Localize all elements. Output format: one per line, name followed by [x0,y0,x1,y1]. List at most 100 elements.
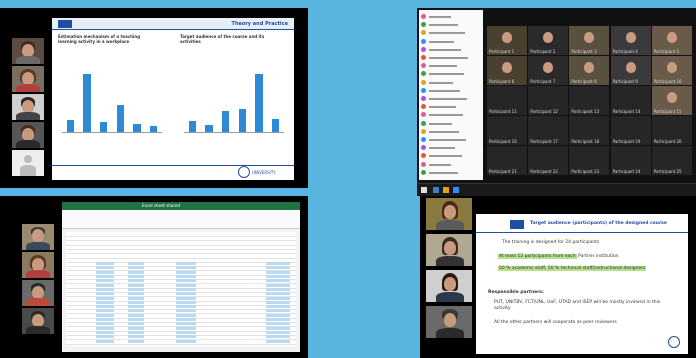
participant-row[interactable] [421,38,479,45]
avatar-icon [421,46,426,52]
video-tile[interactable]: Participant 10 [651,56,692,85]
sheet-cell-highlight [128,322,144,326]
participant-row[interactable] [421,30,479,36]
tile-name: Participant 23 [571,169,600,174]
participant-row[interactable] [421,71,479,77]
taskbar [417,183,696,196]
participant-name-placeholder [429,73,464,76]
video-tile[interactable]: Participant 15 [651,86,692,115]
sheet-cell-highlight [176,262,196,266]
video-tile[interactable]: Participant 22 [528,146,569,175]
sheet-cell-highlight [96,309,114,313]
video-tile[interactable]: Participant 9 [610,56,651,85]
chart-bar [188,121,197,132]
sheet-cell-highlight [96,292,114,296]
participant-name-placeholder [429,24,458,27]
participant-row[interactable] [421,120,479,127]
video-tile[interactable]: Participant 13 [569,86,610,115]
participant-row[interactable] [421,63,479,69]
video-tile[interactable]: Participant 5 [651,26,692,55]
video-tile[interactable]: Participant 8 [569,56,610,85]
app-icon[interactable] [453,187,459,193]
bullet-1: PUT, UNITBV, FCT/UNL, UoF, UTAD and ISEP… [494,300,661,311]
tile-name: Participant 25 [653,169,682,174]
tile-name: Participant 12 [530,109,558,114]
app-icon[interactable] [433,187,439,193]
video-tile[interactable]: Participant 16 [487,116,527,145]
sheet-cell-highlight [266,326,290,330]
participant-row[interactable] [421,87,479,94]
sheet-cell-highlight [266,330,290,334]
video-tile[interactable]: Participant 18 [569,116,610,145]
video-tile[interactable]: Participant 1 [487,26,527,55]
sheet-cell-highlight [176,322,196,326]
video-tile[interactable]: Participant 14 [610,86,651,115]
sheet-cell-highlight [266,270,290,274]
video-tile[interactable]: Participant 21 [487,146,527,175]
avatar-icon [421,153,426,159]
participant-row[interactable] [421,137,479,143]
sheet-row[interactable] [66,339,296,345]
avatar-icon [421,30,426,36]
participant-video [12,38,44,64]
participant-row[interactable] [421,14,479,20]
video-tile[interactable]: Participant 12 [528,86,569,115]
participant-row[interactable] [421,22,479,28]
sheet-cell-highlight [128,339,144,343]
sheet-cell-highlight [96,262,114,266]
tile-name: Participant 9 [612,79,638,84]
video-tile[interactable]: Participant 23 [569,146,610,175]
participant-row[interactable] [421,79,479,86]
sheet-cell-highlight [176,275,196,278]
video-tile[interactable]: Participant 20 [651,116,692,145]
participant-face [625,32,636,43]
video-tile[interactable]: Participant 4 [610,26,651,55]
video-tile[interactable]: Participant 24 [610,146,651,175]
video-tile[interactable]: Participant 17 [528,116,569,145]
video-tile[interactable]: Participant 3 [569,26,610,55]
sheet-cell-highlight [96,270,114,274]
participant-video [426,198,472,230]
sheet-cell-highlight [266,335,290,339]
sheet-cell-highlight [96,305,114,309]
participant-video [12,94,44,120]
participant-row[interactable] [421,153,479,159]
sheet-cell-highlight [128,292,144,296]
app-icon[interactable] [443,187,449,193]
participant-face [666,62,677,73]
participant-row[interactable] [421,112,479,118]
chart-bar [221,111,230,132]
windows-start-icon[interactable] [421,187,427,193]
participant-video [22,280,54,306]
avatar-icon [421,87,426,93]
chart-bar [99,122,108,132]
participants-list [419,10,483,180]
sheet-cell-highlight [128,296,144,300]
video-tile[interactable]: Participant 19 [610,116,651,145]
sheet-cell-highlight [266,309,290,313]
avatar-icon [421,22,426,28]
participant-face [584,62,595,73]
chart-bar [116,105,125,132]
video-tile[interactable]: Participant 7 [528,56,569,85]
participant-face [502,32,512,43]
video-tile[interactable]: Participant 11 [487,86,527,115]
excel-window: Excel sheet shared [62,202,300,352]
avatar-icon [421,169,426,175]
participant-row[interactable] [421,145,479,151]
participant-row[interactable] [421,55,479,61]
video-tile[interactable]: Participant 25 [651,146,692,175]
sheet-cell-highlight [128,266,144,270]
participant-row[interactable] [421,96,479,102]
participant-face [625,62,636,73]
chart-bar [205,125,213,132]
participant-row[interactable] [421,161,479,168]
participant-row[interactable] [421,46,479,53]
video-tile[interactable]: Participant 2 [528,26,569,55]
participant-row[interactable] [421,169,479,176]
tile-name: Participant 8 [571,79,597,84]
participant-row[interactable] [421,104,479,110]
video-tile[interactable]: Participant 6 [487,56,527,85]
participant-row[interactable] [421,128,479,135]
sheet-cell-highlight [128,279,144,283]
